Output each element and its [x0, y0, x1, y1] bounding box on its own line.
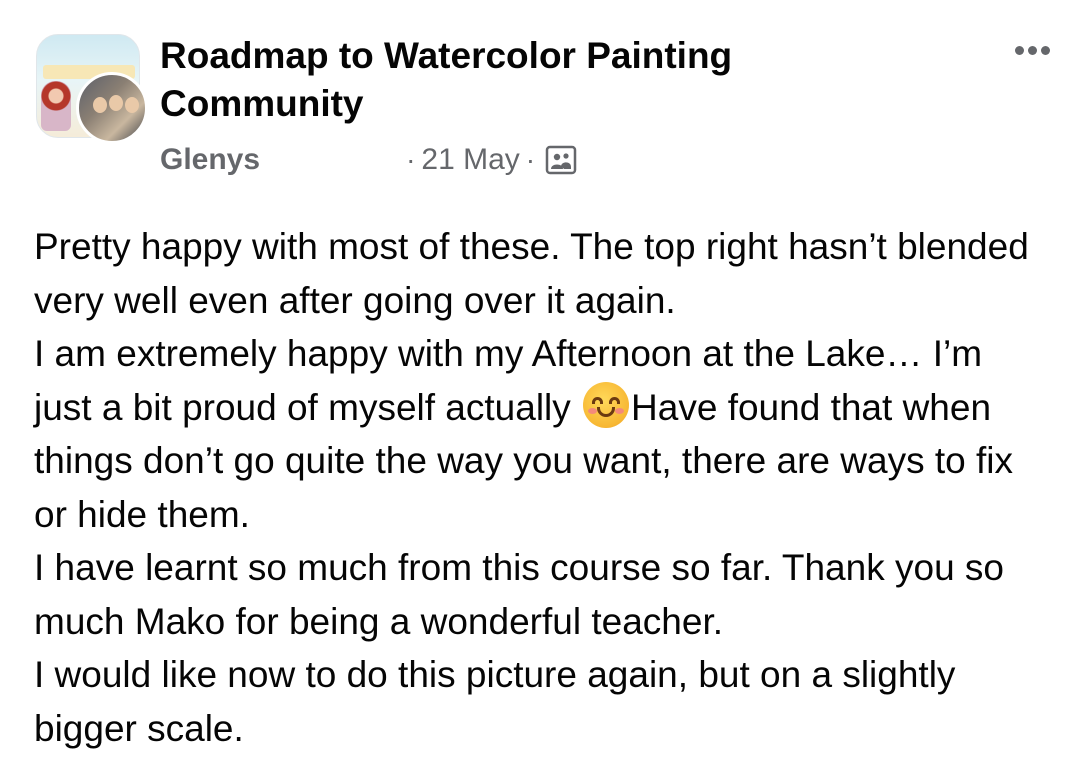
post-date[interactable]: 21 May	[421, 143, 519, 177]
more-options-icon	[1040, 45, 1050, 55]
avatar-face	[109, 95, 123, 111]
group-members-icon	[545, 144, 577, 176]
avatar-face	[125, 97, 139, 113]
more-options-icon	[1014, 45, 1024, 55]
author-name[interactable]: Glenys	[160, 143, 260, 177]
group-host-photo	[41, 81, 71, 131]
avatar-face	[93, 97, 107, 113]
post-paragraph: Pretty happy with most of these. The top…	[34, 226, 1029, 321]
author-avatar[interactable]	[76, 72, 148, 144]
post-meta: Glenys · 21 May ·	[160, 140, 577, 180]
post-header: Roadmap to Watercolor Painting Community…	[0, 0, 1080, 200]
more-options-icon	[1027, 45, 1037, 55]
post-paragraph: I am extremely happy with my Afternoon a…	[34, 327, 1034, 541]
post-paragraph: I would like now to do this picture agai…	[34, 654, 956, 749]
group-name-line: Community	[160, 83, 364, 124]
group-name-link[interactable]: Roadmap to Watercolor Painting Community	[160, 32, 860, 128]
smiling-face-emoji-icon	[583, 381, 630, 428]
meta-separator: ·	[525, 144, 536, 175]
meta-separator: ·	[406, 144, 416, 175]
more-options-button[interactable]	[1004, 34, 1060, 66]
post-paragraph: I have learnt so much from this course s…	[34, 547, 1005, 642]
group-name-line: Roadmap to Watercolor Painting	[160, 35, 733, 76]
post-text: Pretty happy with most of these. The top…	[34, 220, 1034, 755]
